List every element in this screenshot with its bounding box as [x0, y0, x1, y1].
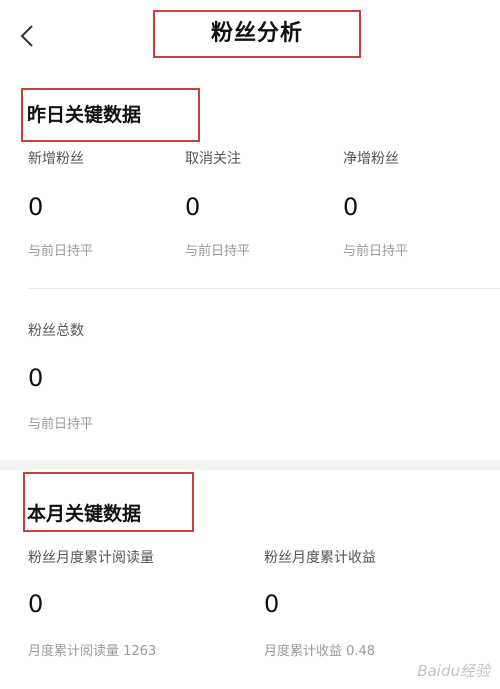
total-followers-label: 粉丝总数: [28, 323, 84, 339]
metric-note: 与前日持平: [343, 244, 409, 259]
watermark: Baidu经验: [417, 662, 490, 680]
total-followers-note: 与前日持平: [28, 417, 94, 432]
back-button[interactable]: [14, 22, 42, 50]
metric-note: 与前日持平: [28, 244, 94, 259]
metric-new-followers: 新增粉丝: [28, 148, 84, 168]
metric-value: 0: [185, 193, 201, 221]
yesterday-section-title: 昨日关键数据: [27, 104, 142, 126]
metric-label: 新增粉丝: [28, 151, 84, 167]
metric-value: 0: [343, 193, 359, 221]
divider: [28, 288, 500, 289]
metric-value: 0: [264, 590, 280, 618]
metric-label: 取消关注: [185, 151, 241, 167]
metric-note: 月度累计阅读量 1263: [28, 644, 157, 659]
page-title: 粉丝分析: [210, 21, 303, 46]
section-separator: [0, 460, 500, 470]
metric-label: 净增粉丝: [343, 151, 399, 167]
chevron-left-icon: [20, 25, 33, 47]
metric-note: 月度累计收益 0.48: [264, 644, 376, 659]
total-followers-value: 0: [28, 364, 44, 392]
metric-label: 粉丝月度累计收益: [264, 550, 376, 566]
metric-value: 0: [28, 590, 44, 618]
metric-note: 与前日持平: [185, 244, 251, 259]
metric-label: 粉丝月度累计阅读量: [28, 550, 154, 566]
month-section-title: 本月关键数据: [27, 503, 142, 525]
metric-value: 0: [28, 193, 44, 221]
